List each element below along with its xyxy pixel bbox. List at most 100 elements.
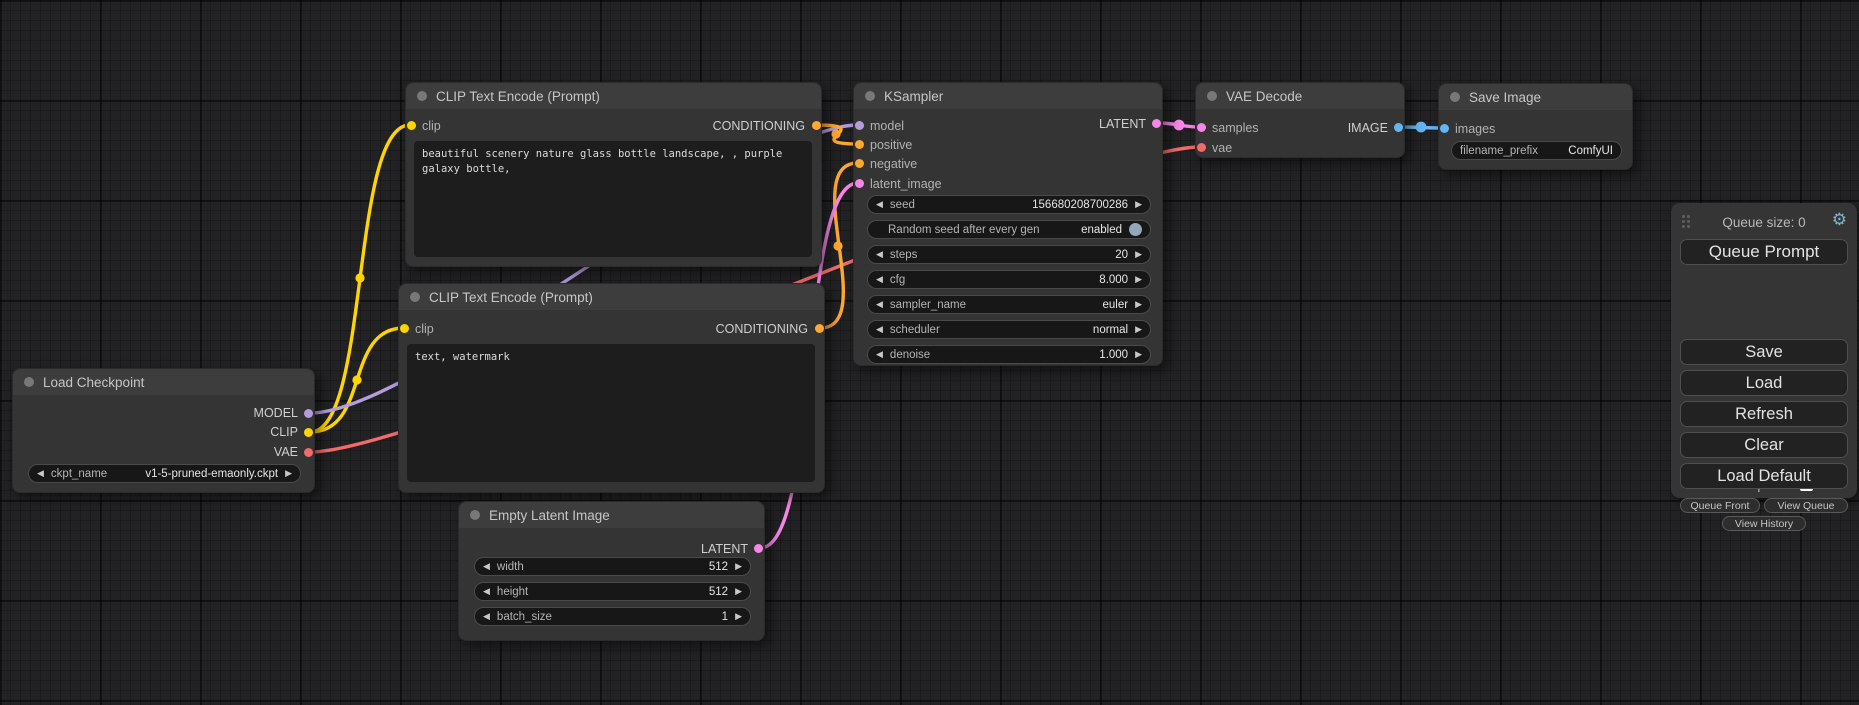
decrement-arrow-icon[interactable]: ◀ bbox=[483, 587, 490, 596]
collapse-dot-icon[interactable] bbox=[24, 377, 34, 387]
widget-value: 512 bbox=[709, 561, 728, 573]
random-seed-toggle-widget[interactable]: Random seed after every gen enabled bbox=[867, 220, 1151, 239]
input-slot-model[interactable] bbox=[855, 121, 864, 130]
node-titlebar[interactable]: Load Checkpoint bbox=[13, 369, 314, 395]
collapse-dot-icon[interactable] bbox=[865, 91, 875, 101]
output-slot-model[interactable] bbox=[304, 409, 313, 418]
node-titlebar[interactable]: CLIP Text Encode (Prompt) bbox=[399, 284, 824, 310]
decrement-arrow-icon[interactable]: ◀ bbox=[876, 300, 883, 309]
increment-arrow-icon[interactable]: ▶ bbox=[735, 612, 742, 621]
collapse-dot-icon[interactable] bbox=[1207, 91, 1217, 101]
gear-icon[interactable]: ⚙ bbox=[1832, 210, 1847, 230]
clear-button[interactable]: Clear bbox=[1680, 432, 1848, 458]
input-slot-samples[interactable] bbox=[1197, 123, 1206, 132]
link-midpoint-dot bbox=[1416, 122, 1427, 133]
input-label-samples: samples bbox=[1212, 121, 1259, 135]
prompt-textarea[interactable]: beautiful scenery nature glass bottle la… bbox=[414, 141, 812, 257]
output-label-latent: LATENT bbox=[1099, 117, 1146, 131]
output-slot-latent[interactable] bbox=[1152, 119, 1161, 128]
widget-label: Random seed after every gen bbox=[888, 224, 1040, 236]
node-titlebar[interactable]: CLIP Text Encode (Prompt) bbox=[406, 83, 821, 109]
input-slot-images[interactable] bbox=[1440, 124, 1449, 133]
increment-arrow-icon[interactable]: ▶ bbox=[1135, 350, 1142, 359]
widget-label: cfg bbox=[890, 274, 905, 286]
output-slot-image[interactable] bbox=[1394, 123, 1403, 132]
input-label-clip: clip bbox=[415, 322, 434, 336]
output-label-conditioning: CONDITIONING bbox=[713, 119, 805, 133]
node-clip-text-encode-negative: CLIP Text Encode (Prompt) clip CONDITION… bbox=[398, 283, 825, 493]
decrement-arrow-icon[interactable]: ◀ bbox=[483, 562, 490, 571]
output-slot-clip[interactable] bbox=[304, 428, 313, 437]
input-slot-negative[interactable] bbox=[855, 159, 864, 168]
view-history-button[interactable]: View History bbox=[1722, 516, 1806, 531]
increment-arrow-icon[interactable]: ▶ bbox=[1135, 275, 1142, 284]
scheduler-widget[interactable]: ◀ scheduler normal ▶ bbox=[867, 320, 1151, 339]
widget-label: height bbox=[497, 586, 528, 598]
input-slot-latent-image[interactable] bbox=[855, 179, 864, 188]
decrement-arrow-icon[interactable]: ◀ bbox=[876, 325, 883, 334]
node-titlebar[interactable]: Save Image bbox=[1439, 84, 1632, 110]
height-widget[interactable]: ◀ height 512 ▶ bbox=[474, 582, 751, 601]
save-button[interactable]: Save bbox=[1680, 339, 1848, 365]
refresh-button[interactable]: Refresh bbox=[1680, 401, 1848, 427]
decrement-arrow-icon[interactable]: ◀ bbox=[876, 275, 883, 284]
collapse-dot-icon[interactable] bbox=[410, 292, 420, 302]
input-label-positive: positive bbox=[870, 138, 912, 152]
widget-value: 512 bbox=[709, 586, 728, 598]
widget-value: enabled bbox=[1081, 224, 1122, 236]
node-title: Save Image bbox=[1469, 90, 1541, 105]
seed-widget[interactable]: ◀ seed 156680208700286 ▶ bbox=[867, 195, 1151, 214]
comfyui-canvas[interactable]: { "colors": { "model": "#B39DDB", "clip"… bbox=[0, 0, 1859, 705]
decrement-arrow-icon[interactable]: ◀ bbox=[876, 250, 883, 259]
decrement-arrow-icon[interactable]: ◀ bbox=[37, 469, 44, 478]
collapse-dot-icon[interactable] bbox=[417, 91, 427, 101]
output-slot-conditioning[interactable] bbox=[812, 121, 821, 130]
load-default-button[interactable]: Load Default bbox=[1680, 463, 1848, 489]
output-label-latent: LATENT bbox=[701, 542, 748, 556]
increment-arrow-icon[interactable]: ▶ bbox=[735, 562, 742, 571]
collapse-dot-icon[interactable] bbox=[1450, 92, 1460, 102]
queue-prompt-button[interactable]: Queue Prompt bbox=[1680, 239, 1848, 265]
widget-label: batch_size bbox=[497, 611, 552, 623]
load-button[interactable]: Load bbox=[1680, 370, 1848, 396]
increment-arrow-icon[interactable]: ▶ bbox=[285, 469, 292, 478]
ckpt-name-widget[interactable]: ◀ ckpt_name v1-5-pruned-emaonly.ckpt ▶ bbox=[28, 464, 301, 483]
output-slot-vae[interactable] bbox=[304, 448, 313, 457]
input-label-negative: negative bbox=[870, 157, 917, 171]
input-slot-clip[interactable] bbox=[400, 324, 409, 333]
node-save-image: Save Image images filename_prefix ComfyU… bbox=[1438, 83, 1633, 170]
output-label-conditioning: CONDITIONING bbox=[716, 322, 808, 336]
widget-label: filename_prefix bbox=[1460, 145, 1538, 157]
decrement-arrow-icon[interactable]: ◀ bbox=[876, 350, 883, 359]
node-titlebar[interactable]: VAE Decode bbox=[1196, 83, 1404, 109]
decrement-arrow-icon[interactable]: ◀ bbox=[876, 200, 883, 209]
batch-size-widget[interactable]: ◀ batch_size 1 ▶ bbox=[474, 607, 751, 626]
view-queue-button[interactable]: View Queue bbox=[1764, 498, 1848, 513]
increment-arrow-icon[interactable]: ▶ bbox=[735, 587, 742, 596]
drag-handle-icon[interactable] bbox=[1682, 215, 1685, 218]
collapse-dot-icon[interactable] bbox=[470, 510, 480, 520]
denoise-widget[interactable]: ◀ denoise 1.000 ▶ bbox=[867, 345, 1151, 364]
input-slot-vae[interactable] bbox=[1197, 143, 1206, 152]
decrement-arrow-icon[interactable]: ◀ bbox=[483, 612, 490, 621]
node-titlebar[interactable]: KSampler bbox=[854, 83, 1162, 109]
output-label-vae: VAE bbox=[274, 445, 298, 459]
width-widget[interactable]: ◀ width 512 ▶ bbox=[474, 557, 751, 576]
cfg-widget[interactable]: ◀ cfg 8.000 ▶ bbox=[867, 270, 1151, 289]
toggle-on-icon[interactable] bbox=[1129, 223, 1142, 236]
sampler-name-widget[interactable]: ◀ sampler_name euler ▶ bbox=[867, 295, 1151, 314]
steps-widget[interactable]: ◀ steps 20 ▶ bbox=[867, 245, 1151, 264]
prompt-textarea[interactable]: text, watermark bbox=[407, 344, 815, 482]
output-slot-conditioning[interactable] bbox=[815, 324, 824, 333]
increment-arrow-icon[interactable]: ▶ bbox=[1135, 325, 1142, 334]
node-titlebar[interactable]: Empty Latent Image bbox=[459, 502, 764, 528]
increment-arrow-icon[interactable]: ▶ bbox=[1135, 300, 1142, 309]
widget-label: scheduler bbox=[890, 324, 940, 336]
filename-prefix-widget[interactable]: filename_prefix ComfyUI bbox=[1451, 141, 1622, 160]
queue-front-button[interactable]: Queue Front bbox=[1680, 498, 1760, 513]
input-slot-positive[interactable] bbox=[855, 140, 864, 149]
input-slot-clip[interactable] bbox=[407, 121, 416, 130]
output-slot-latent[interactable] bbox=[754, 544, 763, 553]
increment-arrow-icon[interactable]: ▶ bbox=[1135, 250, 1142, 259]
increment-arrow-icon[interactable]: ▶ bbox=[1135, 200, 1142, 209]
